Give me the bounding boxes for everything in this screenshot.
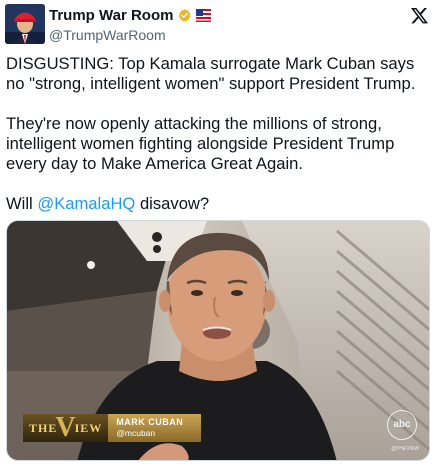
american-flag-icon (196, 9, 212, 22)
gold-verified-badge-icon (179, 8, 192, 22)
show-logo-text: THE (29, 421, 58, 435)
show-logo: THEVIEW (23, 412, 109, 443)
post-paragraph: Will @KamalaHQ disavow? (6, 194, 432, 214)
user-handle[interactable]: @TrumpWarRoom (49, 27, 211, 43)
network-logo: abc (387, 410, 417, 440)
mention-link[interactable]: @KamalaHQ (37, 194, 135, 213)
show-logo-text: IEW (74, 421, 103, 435)
text-fragment: Will (6, 194, 38, 213)
post-text: DISGUSTING: Top Kamala surrogate Mark Cu… (6, 54, 432, 234)
show-logo-v: V (55, 412, 77, 443)
post-header: Trump War Room @TrumpWarRoom (5, 4, 431, 46)
display-name[interactable]: Trump War Room (49, 7, 173, 24)
guest-handle: @mcuban (116, 428, 156, 438)
network-caption: @THEVIEW (391, 446, 419, 452)
post-paragraph: They're now openly attacking the million… (6, 114, 395, 173)
guest-name-plate: MARK CUBAN @mcuban (108, 414, 202, 442)
x-logo-icon[interactable] (410, 6, 429, 25)
video-media[interactable]: THEVIEW MARK CUBAN @mcuban abc @THEVIEW (6, 220, 430, 461)
guest-name: MARK CUBAN (116, 417, 184, 427)
text-fragment: disavow? (135, 194, 210, 213)
post-paragraph: DISGUSTING: Top Kamala surrogate Mark Cu… (6, 54, 416, 93)
lower-third-chyron: THEVIEW MARK CUBAN @mcuban (23, 412, 202, 443)
avatar[interactable] (5, 4, 45, 44)
